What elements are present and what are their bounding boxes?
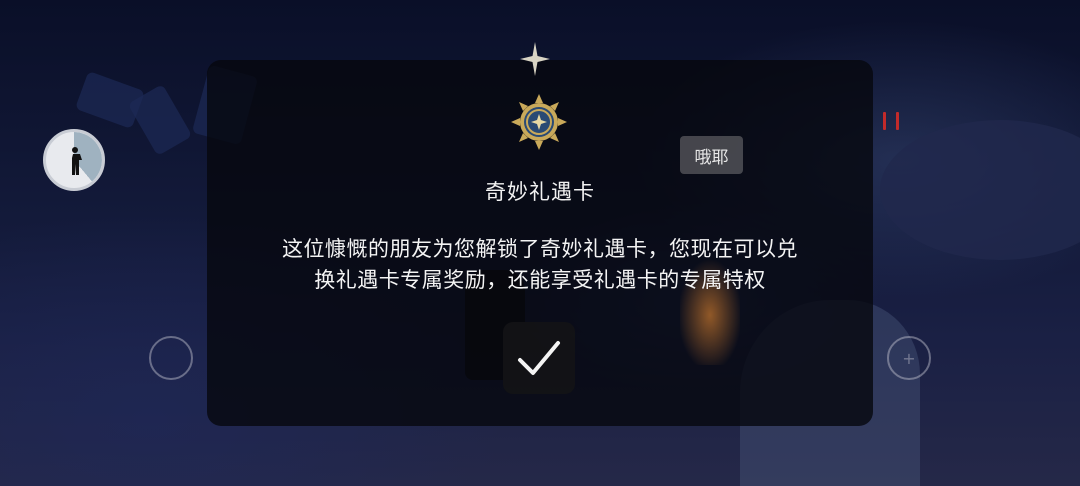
bowing-person-icon xyxy=(72,147,82,175)
player-name-tag[interactable]: 哦耶 xyxy=(680,136,743,174)
dialog-body-line: 换礼遇卡专属奖励，还能享受礼遇卡的专属特权 xyxy=(314,268,766,292)
sun-medallion-icon xyxy=(511,94,567,150)
dialog-body: 这位慷慨的朋友为您解锁了奇妙礼遇卡，您现在可以兑 换礼遇卡专属奖励，还能享受礼遇… xyxy=(220,234,860,296)
background-candle xyxy=(883,112,886,130)
four-point-star-icon xyxy=(520,42,550,76)
dialog-body-line: 这位慷慨的朋友为您解锁了奇妙礼遇卡，您现在可以兑 xyxy=(282,237,798,261)
confirm-button[interactable] xyxy=(503,322,575,394)
left-joystick-ring[interactable] xyxy=(149,336,193,380)
dialog-title: 奇妙礼遇卡 xyxy=(485,180,595,204)
checkmark-icon xyxy=(518,341,560,375)
background-candle xyxy=(896,112,899,130)
right-action-ring[interactable]: + xyxy=(887,336,931,380)
game-scene: + 哦耶 奇妙礼遇卡 这位慷慨的朋友为您解锁了奇妙礼遇卡，您现在可以兑 换礼遇卡… xyxy=(0,0,1080,486)
plus-icon: + xyxy=(902,348,916,368)
